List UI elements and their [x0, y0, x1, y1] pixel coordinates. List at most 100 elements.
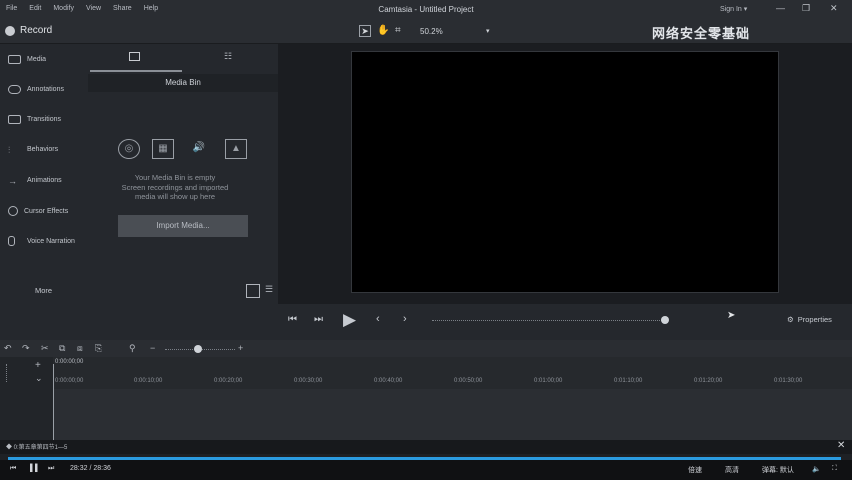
tick-label: 0:00:30;00 [294, 378, 323, 384]
video-title: ◆ 0:第五章第四节1—5 [6, 445, 68, 451]
minimize-icon[interactable]: — [776, 3, 785, 13]
zoom-out-icon[interactable]: − [150, 343, 155, 353]
split-icon[interactable]: ⎘ [95, 343, 102, 354]
cut-icon[interactable]: ✂ [41, 343, 49, 354]
speed-button[interactable]: 倍速 [688, 465, 702, 475]
sidebar-item-voice-narration[interactable]: Voice Narration [8, 236, 75, 246]
import-media-button[interactable]: Import Media... [118, 215, 248, 237]
image-media-icon: ▲ [225, 139, 247, 159]
select-tool-icon[interactable]: ➤ [359, 25, 371, 37]
sidebar-item-cursor-effects[interactable]: Cursor Effects [8, 206, 68, 216]
microphone-icon [8, 236, 15, 246]
sidebar-item-label: Annotations [27, 86, 64, 93]
tick-label: 0:00:50;00 [454, 378, 483, 384]
restore-icon[interactable]: ❐ [802, 3, 810, 14]
player-title-bar [0, 440, 852, 454]
empty-line-3: media will show up here [134, 192, 216, 201]
library-icon[interactable]: ☷ [224, 51, 232, 62]
scrub-handle[interactable] [661, 316, 669, 324]
media-icon [8, 55, 21, 64]
annotation-icon [8, 85, 21, 94]
next-icon[interactable]: › [403, 313, 407, 325]
timeline-tracks[interactable] [53, 389, 852, 440]
video-media-icon: ▦ [152, 139, 174, 159]
tick-label: 0:01:10;00 [614, 378, 643, 384]
close-overlay-icon[interactable]: ✕ [837, 440, 845, 451]
tick-label: 0:01:20;00 [694, 378, 723, 384]
record-media-icon: ◎ [118, 139, 140, 159]
volume-icon[interactable]: 🔈 [812, 465, 821, 473]
preview-canvas[interactable] [351, 51, 779, 293]
tick-label: 0:00:10;00 [134, 378, 163, 384]
empty-line-1: Your Media Bin is empty [134, 173, 216, 182]
record-label: Record [20, 25, 53, 36]
gear-icon: ⚙ [787, 315, 794, 324]
playhead-time: 0:00:00;00 [55, 359, 84, 365]
empty-state-text: Your Media Bin is empty Screen recording… [100, 173, 250, 202]
sign-in-button[interactable]: Sign In ▾ [720, 5, 747, 13]
collapse-tracks-icon[interactable]: ⌄ [35, 373, 43, 384]
danmaku-button[interactable]: 弹幕: 默认 [762, 465, 794, 475]
sidebar-item-label: Transitions [27, 116, 61, 123]
tick-label: 0:00:00;00 [55, 378, 84, 384]
mouse-cursor-icon: ➤ [727, 310, 736, 321]
animation-icon: → [8, 176, 17, 186]
step-back-icon[interactable]: ⏮ [288, 314, 297, 325]
sidebar-item-transitions[interactable]: Transitions [8, 115, 61, 124]
tick-label: 0:01:00;00 [534, 378, 563, 384]
cursor-icon [8, 206, 18, 216]
paste-icon[interactable]: ⧈ [77, 343, 83, 354]
properties-button[interactable]: ⚙ Properties [787, 315, 832, 324]
crop-tool-icon[interactable]: ⌗ [395, 25, 401, 36]
properties-label: Properties [797, 315, 832, 324]
list-view-icon[interactable]: ☰ [265, 284, 273, 295]
previous-icon[interactable]: ‹ [376, 313, 380, 325]
zoom-search-icon[interactable]: ⚲ [129, 343, 136, 354]
transition-icon [8, 115, 21, 124]
add-track-icon[interactable]: + [35, 360, 41, 371]
sidebar-item-media[interactable]: Media [8, 55, 46, 64]
sidebar-item-animations[interactable]: → Animations [8, 176, 62, 186]
zoom-level[interactable]: 50.2% [420, 27, 443, 36]
quality-button[interactable]: 高清 [725, 465, 739, 475]
audio-media-icon: 🔊 [192, 142, 206, 153]
fullscreen-icon[interactable]: ⛶ [832, 465, 837, 473]
sidebar-item-label: Cursor Effects [24, 207, 69, 215]
watermark: 网络安全零基础 [652, 26, 751, 41]
timeline-toolbar [0, 340, 852, 357]
more-button[interactable]: More [35, 286, 52, 295]
playhead[interactable] [53, 364, 54, 442]
pan-tool-icon[interactable]: ✋ [377, 25, 389, 36]
grid-view-icon[interactable] [246, 284, 260, 298]
redo-icon[interactable]: ↷ [22, 343, 30, 354]
media-bin-header: Media Bin [88, 74, 278, 92]
player-next-icon[interactable]: ⏭ [48, 465, 54, 473]
sidebar-item-label: Animations [27, 177, 62, 184]
sidebar-item-label: Behaviors [27, 146, 59, 153]
zoom-in-icon[interactable]: + [238, 343, 243, 353]
tick-label: 0:00:20;00 [214, 378, 243, 384]
record-icon [5, 25, 15, 36]
undo-icon[interactable]: ↶ [4, 343, 12, 354]
sidebar-item-behaviors[interactable]: ⫶ Behaviors [8, 145, 59, 155]
scrub-track[interactable] [432, 320, 666, 321]
record-button[interactable]: Record [5, 25, 52, 36]
bin-view-icon[interactable] [129, 52, 140, 61]
track-handle[interactable] [6, 364, 12, 382]
zoom-dropdown-icon[interactable]: ▾ [486, 27, 490, 35]
empty-line-2: Screen recordings and imported [121, 182, 229, 192]
play-icon[interactable]: ▶ [343, 310, 356, 330]
active-tab-indicator [90, 70, 182, 72]
sidebar-item-label: Voice Narration [27, 237, 75, 245]
tick-label: 0:00:40;00 [374, 378, 403, 384]
player-prev-icon[interactable]: ⏮ [10, 465, 16, 473]
timeline-ruler[interactable] [53, 357, 852, 389]
sidebar-item-annotations[interactable]: Annotations [8, 85, 64, 94]
playback-bar [278, 304, 852, 340]
behaviors-icon: ⫶ [8, 145, 11, 155]
close-icon[interactable]: ✕ [830, 3, 838, 14]
copy-icon[interactable]: ⧉ [59, 343, 65, 354]
timeline-zoom-handle[interactable] [194, 345, 202, 353]
player-pause-icon[interactable]: ▌▌ [30, 465, 40, 472]
step-forward-icon[interactable]: ⏭ [314, 314, 323, 325]
